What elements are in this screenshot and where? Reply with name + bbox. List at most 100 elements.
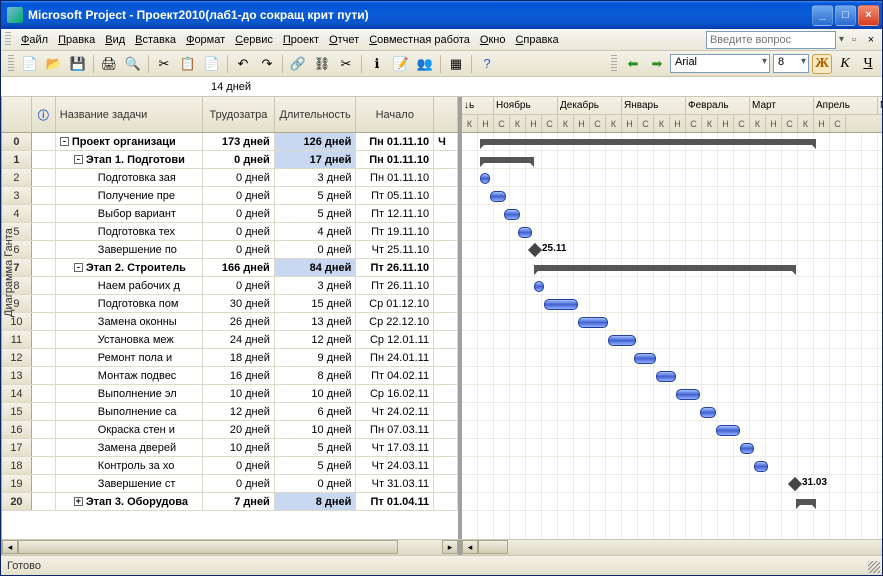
task-name-cell[interactable]: Ремонт пола и — [56, 349, 203, 366]
notes-button[interactable]: 📝 — [390, 53, 412, 75]
gantt-row[interactable]: 31.03 — [462, 475, 882, 493]
table-row[interactable]: 7-Этап 2. Строитель166 дней84 днейПт 26.… — [2, 259, 458, 277]
task-name-cell[interactable]: Установка меж — [56, 331, 203, 348]
gantt-row[interactable] — [462, 223, 882, 241]
gantt-row[interactable] — [462, 205, 882, 223]
start-cell[interactable]: Пн 24.01.11 — [356, 349, 434, 366]
gantt-row[interactable] — [462, 349, 882, 367]
mdi-close-button[interactable]: × — [864, 33, 878, 47]
menu-вставка[interactable]: Вставка — [130, 32, 181, 48]
gantt-row[interactable] — [462, 259, 882, 277]
duration-cell[interactable]: 10 дней — [275, 385, 357, 402]
task-bar[interactable] — [534, 281, 544, 292]
duration-cell[interactable]: 3 дней — [275, 169, 357, 186]
menu-совместная работа[interactable]: Совместная работа — [364, 32, 475, 48]
duration-cell[interactable]: 5 дней — [275, 187, 357, 204]
duration-cell[interactable]: 9 дней — [275, 349, 357, 366]
row-info[interactable] — [32, 223, 56, 240]
task-name-cell[interactable]: Получение пре — [56, 187, 203, 204]
menu-правка[interactable]: Правка — [53, 32, 100, 48]
menu-справка[interactable]: Справка — [510, 32, 563, 48]
row-id[interactable]: 11 — [2, 331, 32, 348]
work-cell[interactable]: 10 дней — [203, 439, 275, 456]
toolbar-grip[interactable] — [611, 55, 617, 73]
duration-cell[interactable]: 10 дней — [275, 421, 357, 438]
toolbar-grip[interactable] — [8, 55, 14, 73]
gantt-row[interactable] — [462, 331, 882, 349]
col-name-header[interactable]: Название задачи — [56, 97, 203, 132]
row-id[interactable]: 2 — [2, 169, 32, 186]
gantt-row[interactable] — [462, 457, 882, 475]
work-cell[interactable]: 0 дней — [203, 187, 275, 204]
close-button[interactable]: × — [858, 5, 879, 26]
menu-формат[interactable]: Формат — [181, 32, 230, 48]
extra-cell[interactable] — [434, 151, 458, 168]
extra-cell[interactable] — [434, 385, 458, 402]
table-row[interactable]: 12Ремонт пола и18 дней9 днейПн 24.01.11 — [2, 349, 458, 367]
duration-cell[interactable]: 17 дней — [275, 151, 357, 168]
summary-bar[interactable] — [480, 139, 816, 145]
start-cell[interactable]: Пн 01.11.10 — [356, 151, 434, 168]
task-bar[interactable] — [544, 299, 578, 310]
duration-cell[interactable]: 6 дней — [275, 403, 357, 420]
scroll-left-button[interactable]: ◂ — [462, 540, 478, 554]
timescale-tick[interactable]: С — [590, 115, 606, 132]
menu-файл[interactable]: Файл — [16, 32, 53, 48]
task-name-cell[interactable]: Выполнение са — [56, 403, 203, 420]
extra-cell[interactable] — [434, 475, 458, 492]
underline-button[interactable]: Ч — [858, 54, 878, 74]
menu-проект[interactable]: Проект — [278, 32, 324, 48]
work-cell[interactable]: 0 дней — [203, 241, 275, 258]
task-name-cell[interactable]: Подготовка зая — [56, 169, 203, 186]
extra-cell[interactable]: Ч — [434, 133, 458, 150]
month-header[interactable]: Январь — [622, 97, 686, 114]
table-row[interactable]: 13Монтаж подвес16 дней8 днейПт 04.02.11 — [2, 367, 458, 385]
task-name-cell[interactable]: Подготовка тех — [56, 223, 203, 240]
task-bar[interactable] — [608, 335, 636, 346]
month-header[interactable]: Ноябрь — [494, 97, 558, 114]
table-row[interactable]: 4Выбор вариант0 дней5 днейПт 12.11.10 — [2, 205, 458, 223]
table-row[interactable]: 14Выполнение эл10 дней10 днейСр 16.02.11 — [2, 385, 458, 403]
start-cell[interactable]: Пт 05.11.10 — [356, 187, 434, 204]
task-name-cell[interactable]: Замена дверей — [56, 439, 203, 456]
timescale-tick[interactable]: Н — [622, 115, 638, 132]
task-name-cell[interactable]: Подготовка пом — [56, 295, 203, 312]
row-info[interactable] — [32, 493, 56, 510]
work-cell[interactable]: 12 дней — [203, 403, 275, 420]
start-cell[interactable]: Ср 01.12.10 — [356, 295, 434, 312]
row-info[interactable] — [32, 169, 56, 186]
table-row[interactable]: 15Выполнение са12 дней6 днейЧт 24.02.11 — [2, 403, 458, 421]
table-row[interactable]: 3Получение пре0 дней5 днейПт 05.11.10 — [2, 187, 458, 205]
toolbar-grip[interactable] — [5, 32, 11, 47]
row-info[interactable] — [32, 331, 56, 348]
month-header[interactable]: Апрель — [814, 97, 878, 114]
work-cell[interactable]: 0 дней — [203, 151, 275, 168]
duration-cell[interactable]: 0 дней — [275, 241, 357, 258]
duration-cell[interactable]: 84 дней — [275, 259, 357, 276]
timescale-tick[interactable]: К — [798, 115, 814, 132]
timescale-tick[interactable]: К — [750, 115, 766, 132]
extra-cell[interactable] — [434, 493, 458, 510]
table-row[interactable]: 9Подготовка пом30 дней15 днейСр 01.12.10 — [2, 295, 458, 313]
font-name-select[interactable]: Arial — [670, 54, 770, 73]
timescale-tick[interactable]: Н — [574, 115, 590, 132]
work-cell[interactable]: 0 дней — [203, 277, 275, 294]
maximize-button[interactable]: □ — [835, 5, 856, 26]
task-bar[interactable] — [754, 461, 768, 472]
timescale-tick[interactable]: К — [510, 115, 526, 132]
row-info[interactable] — [32, 349, 56, 366]
start-cell[interactable]: Пт 04.02.11 — [356, 367, 434, 384]
row-id[interactable]: 16 — [2, 421, 32, 438]
timescale-tick[interactable]: К — [606, 115, 622, 132]
col-id-header[interactable] — [2, 97, 32, 132]
table-row[interactable]: 1-Этап 1. Подготови0 дней17 днейПн 01.11… — [2, 151, 458, 169]
summary-bar[interactable] — [796, 499, 816, 505]
milestone-icon[interactable] — [528, 243, 542, 257]
col-extra-header[interactable] — [434, 97, 458, 132]
font-size-select[interactable]: 8 — [773, 54, 809, 73]
row-info[interactable] — [32, 277, 56, 294]
duration-cell[interactable]: 13 дней — [275, 313, 357, 330]
row-info[interactable] — [32, 421, 56, 438]
extra-cell[interactable] — [434, 457, 458, 474]
timescale-tick[interactable]: К — [462, 115, 478, 132]
